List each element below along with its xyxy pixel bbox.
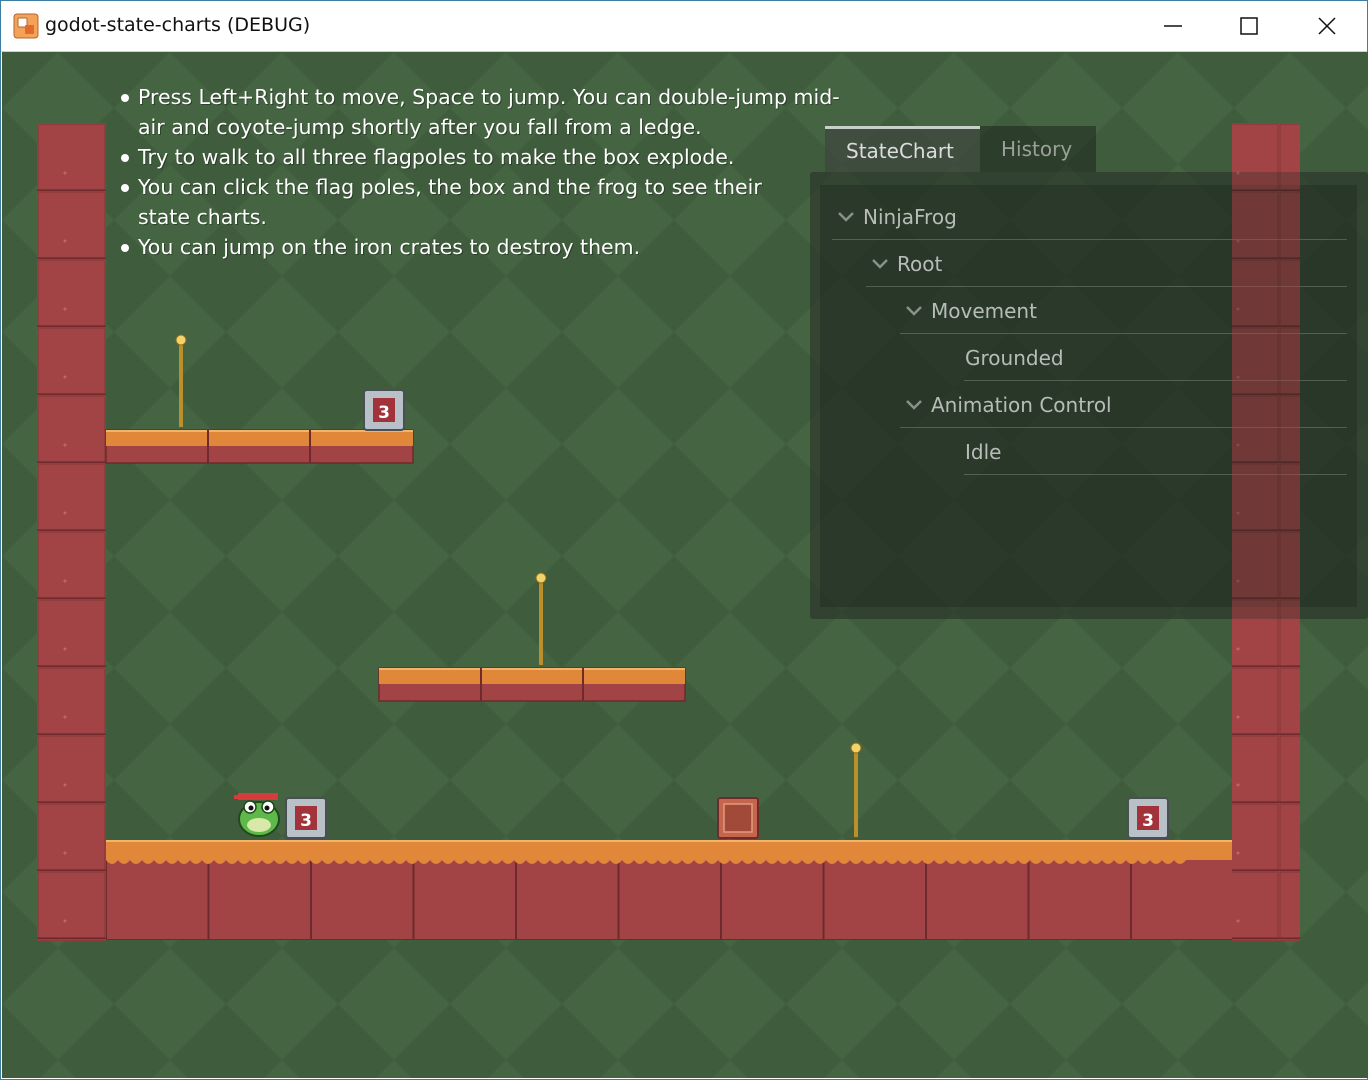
instructions-list: Press Left+Right to move, Space to jump.… [118,82,848,262]
maximize-icon [1240,17,1258,35]
tree-item-idle[interactable]: Idle [964,429,1347,475]
instruction-item: Try to walk to all three flagpoles to ma… [118,142,848,172]
minimize-button[interactable] [1135,1,1211,51]
maximize-button[interactable] [1211,1,1287,51]
tree-item-label: NinjaFrog [863,204,957,229]
tree-item-label: Animation Control [931,392,1112,417]
godot-app-icon [13,13,39,39]
game-viewport[interactable]: 3 3 3 Press Left+Right to move, Space to… [2,52,1368,1078]
debugger-tabs: StateChart History [825,126,1096,172]
close-icon [1318,17,1336,35]
instruction-item: You can jump on the iron crates to destr… [118,232,848,262]
app-window: godot-state-charts (DEBUG) 3 3 3 Press L… [0,0,1368,1080]
tree-item-label: Idle [965,439,1002,464]
tree-item-animation-control[interactable]: Animation Control [900,382,1347,428]
tree-item-label: Root [897,251,943,276]
chevron-down-icon[interactable] [904,301,924,321]
title-bar[interactable]: godot-state-charts (DEBUG) [1,1,1367,52]
minimize-icon [1164,25,1182,27]
tree-item-root[interactable]: Root [866,241,1347,287]
ninja-frog-player[interactable] [232,785,286,839]
chevron-down-icon[interactable] [904,395,924,415]
instruction-item: Press Left+Right to move, Space to jump.… [118,82,848,142]
crate-count-frog: 3 [300,811,312,831]
chevron-down-icon[interactable] [836,207,856,227]
tree-item-label: Movement [931,298,1037,323]
tree-item-grounded[interactable]: Grounded [964,335,1347,381]
tree-item-movement[interactable]: Movement [900,288,1347,334]
close-button[interactable] [1289,1,1365,51]
tab-statechart[interactable]: StateChart [825,126,980,172]
instruction-item: You can click the flag poles, the box an… [118,172,798,232]
window-title: godot-state-charts (DEBUG) [45,14,311,36]
chevron-down-icon[interactable] [870,254,890,274]
crate-count-right: 3 [1142,811,1154,831]
tree-item-ninjafrog[interactable]: NinjaFrog [832,194,1347,240]
tree-item-label: Grounded [965,345,1064,370]
tab-history[interactable]: History [980,126,1096,172]
crate-count-upper: 3 [378,403,390,423]
